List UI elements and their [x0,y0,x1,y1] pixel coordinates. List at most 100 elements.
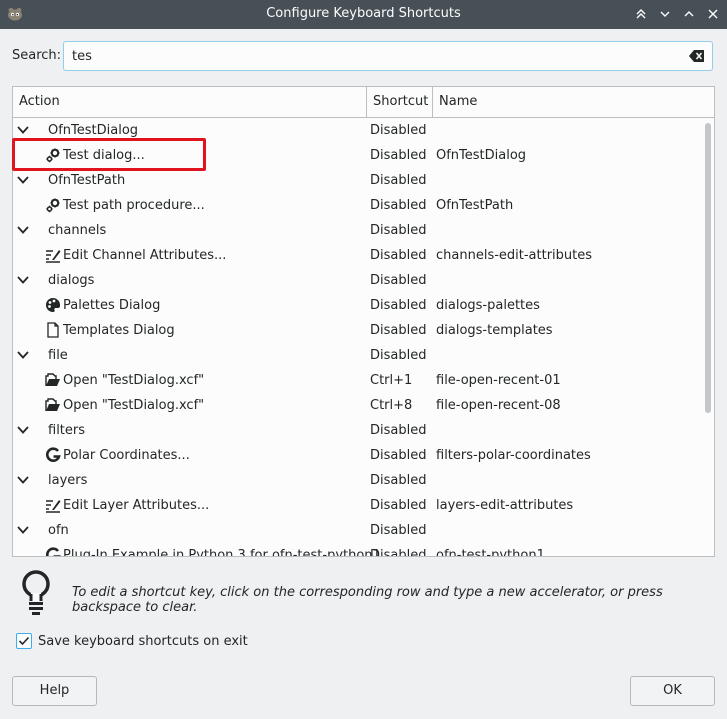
chevron-down-icon[interactable] [17,175,29,185]
column-header-name[interactable]: Name [432,87,714,117]
tree-row[interactable]: Open "TestDialog.xcf" Ctrl+1 file-open-rec… [13,368,703,393]
open-file-icon [45,397,61,413]
save-on-exit-option[interactable]: Save keyboard shortcuts on exit [16,631,248,651]
name-cell: dialogs-templates [436,323,553,338]
shortcut-cell[interactable]: Disabled [370,518,426,543]
chevron-up-icon [684,11,694,17]
checkmark-icon [18,636,30,646]
save-on-exit-checkbox[interactable] [16,633,32,649]
tree-row[interactable]: Plug-In Example in Python 3 for ofn-test… [13,543,703,557]
action-cell: Open "TestDialog.xcf" [63,373,205,388]
shortcut-cell[interactable]: Disabled [370,318,426,343]
shortcut-cell[interactable]: Disabled [370,343,426,368]
edit-attributes-icon [45,247,61,263]
close-icon [708,9,718,19]
search-input[interactable] [72,47,672,65]
shortcut-cell[interactable]: Disabled [370,293,426,318]
shortcut-cell[interactable]: Disabled [370,468,426,493]
tree-row[interactable]: Edit Layer Attributes... Disabled layers-e… [13,493,703,518]
shortcut-cell[interactable]: Disabled [370,143,426,168]
chevron-down-icon [660,11,670,17]
column-header-shortcut[interactable]: Shortcut [366,87,432,117]
shortcut-cell[interactable]: Disabled [370,443,426,468]
chevron-down-icon[interactable] [17,425,29,435]
chevron-down-icon[interactable] [17,525,29,535]
save-on-exit-label: Save keyboard shortcuts on exit [38,633,248,649]
help-button[interactable]: Help [12,676,97,706]
chevron-down-icon[interactable] [17,225,29,235]
name-cell: file-open-recent-01 [436,373,561,388]
gear-icon [45,197,61,213]
close-button[interactable] [703,5,723,23]
action-cell: channels [48,223,107,238]
action-cell: Edit Channel Attributes... [63,248,227,263]
tree-group-row[interactable]: channels Disabled [13,218,703,243]
name-cell: OfnTestPath [436,198,514,213]
tree-row[interactable]: Templates Dialog Disabled dialogs-template… [13,318,703,343]
name-cell: ofn-test-python1 [436,548,545,557]
chevron-down-icon[interactable] [17,350,29,360]
ok-button[interactable]: OK [630,676,715,706]
action-cell: file [48,348,68,363]
chevron-down-icon[interactable] [17,125,29,135]
shortcut-cell[interactable]: Disabled [370,418,426,443]
maximize-button[interactable] [679,5,699,23]
action-cell: Palettes Dialog [63,298,161,313]
tree-group-row[interactable]: ofn Disabled [13,518,703,543]
search-field[interactable] [63,41,713,71]
tree-group-row[interactable]: file Disabled [13,343,703,368]
chevron-down-icon[interactable] [17,275,29,285]
shortcut-cell[interactable]: Ctrl+1 [370,368,412,393]
shortcut-cell[interactable]: Disabled [370,493,426,518]
window-title: Configure Keyboard Shortcuts [266,6,461,21]
search-label: Search: [12,48,62,63]
action-cell: Polar Coordinates... [63,448,190,463]
tree-group-row[interactable]: layers Disabled [13,468,703,493]
shortcut-cell[interactable]: Disabled [370,193,426,218]
double-chevron-up-icon [636,9,646,19]
shortcut-cell[interactable]: Disabled [370,543,426,556]
gegl-icon [45,447,61,463]
action-cell: Edit Layer Attributes... [63,498,210,513]
document-icon [45,322,61,338]
action-cell: layers [48,473,88,488]
column-header-action[interactable]: Action [13,87,366,117]
action-cell: Templates Dialog [63,323,175,338]
tree-row[interactable]: Open "TestDialog.xcf" Ctrl+8 file-open-rec… [13,393,703,418]
tip-text: To edit a shortcut key, click on the cor… [72,585,663,615]
keep-above-button[interactable] [631,5,651,23]
name-cell: channels-edit-attributes [436,248,593,263]
name-cell: OfnTestDialog [436,148,527,163]
tree-group-row[interactable]: filters Disabled [13,418,703,443]
action-cell: ofn [48,523,69,538]
action-cell: filters [48,423,86,438]
name-cell: dialogs-palettes [436,298,540,313]
chevron-down-icon[interactable] [17,475,29,485]
tree-row[interactable]: Test path procedure... Disabled OfnTestPat… [13,193,703,218]
shortcut-cell[interactable]: Disabled [370,268,426,293]
shortcut-cell[interactable]: Disabled [370,218,426,243]
action-cell: OfnTestPath [48,173,126,188]
name-cell: filters-polar-coordinates [436,448,591,463]
palette-icon [45,297,61,313]
minimize-button[interactable] [655,5,675,23]
action-cell: dialogs [48,273,95,288]
shortcut-cell[interactable]: Disabled [370,168,426,193]
lightbulb-icon [22,570,50,615]
action-cell: Test path procedure... [63,198,205,213]
clear-text-icon[interactable] [689,49,705,63]
name-cell: file-open-recent-08 [436,398,561,413]
tree-group-row[interactable]: OfnTestPath Disabled [13,168,703,193]
tree-group-row[interactable]: dialogs Disabled [13,268,703,293]
scrollbar-thumb[interactable] [705,123,711,413]
shortcut-cell[interactable]: Disabled [370,118,426,143]
shortcut-cell[interactable]: Ctrl+8 [370,393,412,418]
tree-header: Action Shortcut Name [13,87,714,118]
title-bar: Configure Keyboard Shortcuts [0,0,727,29]
tree-row[interactable]: Palettes Dialog Disabled dialogs-palettes [13,293,703,318]
shortcut-cell[interactable]: Disabled [370,243,426,268]
tree-row[interactable]: Edit Channel Attributes... Disabled channe… [13,243,703,268]
tree-row[interactable]: Polar Coordinates... Disabled filters-pola… [13,443,703,468]
highlight-box [12,138,206,171]
action-cell: Plug-In Example in Python 3 for ofn-test… [63,548,381,557]
